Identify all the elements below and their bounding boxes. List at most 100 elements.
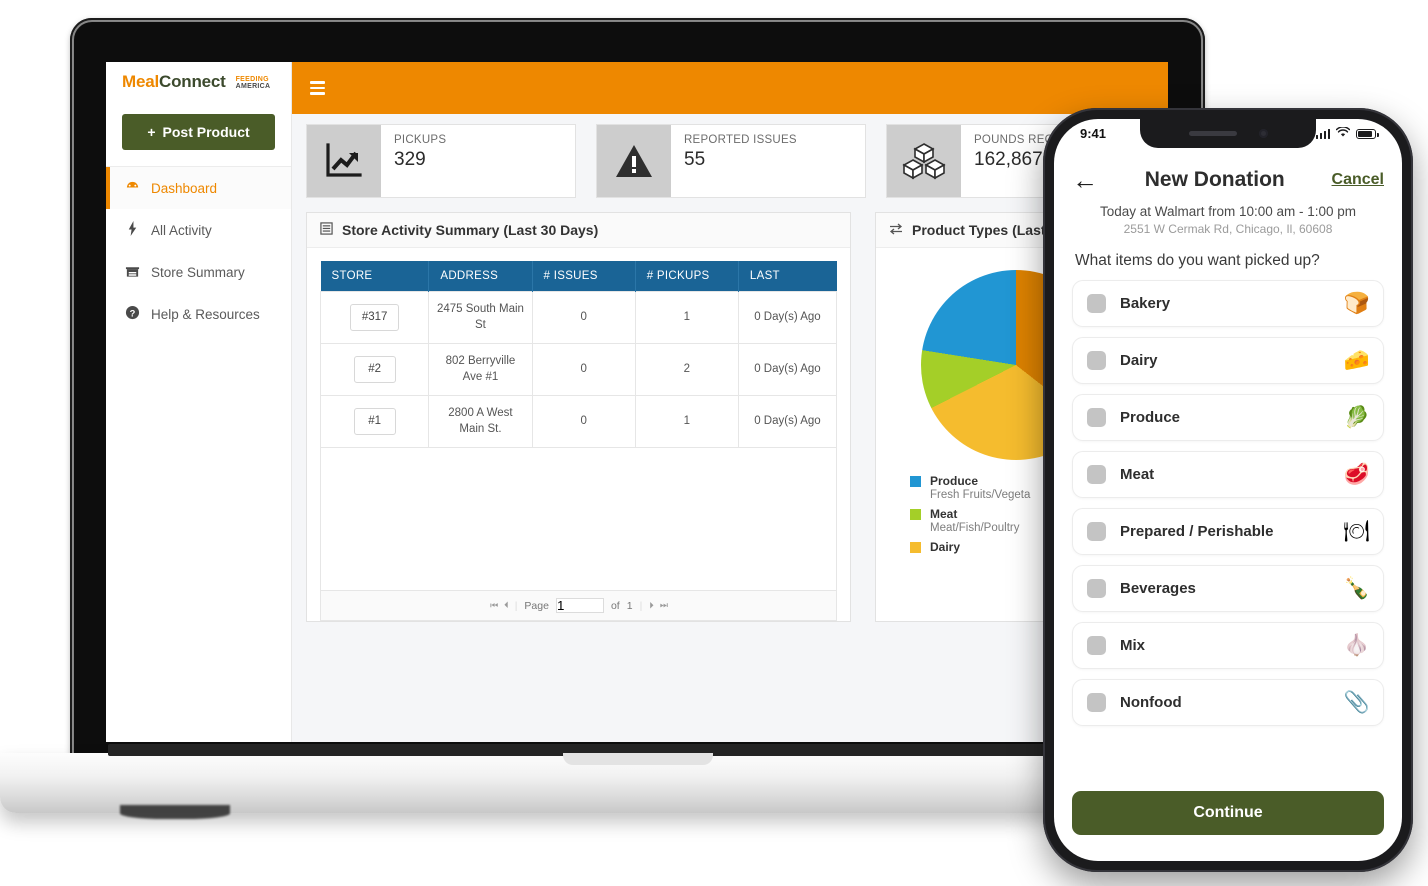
last-page-icon[interactable]: ⏭ bbox=[660, 600, 668, 611]
legend-label-produce: Produce bbox=[930, 474, 979, 488]
hamburger-line bbox=[310, 86, 325, 90]
cellular-bars-icon bbox=[1315, 128, 1330, 139]
store-activity-table: STORE ADDRESS # ISSUES # PICKUPS LAST #3… bbox=[319, 261, 838, 449]
post-product-button[interactable]: + Post Product bbox=[122, 114, 275, 150]
prev-page-icon[interactable]: ⏴ bbox=[504, 600, 508, 611]
sidebar-item-all-activity-label: All Activity bbox=[151, 222, 212, 238]
earpiece-speaker bbox=[1188, 131, 1237, 136]
covered-dish-icon: 🍽 bbox=[1343, 520, 1370, 543]
meat-icon: 🥩 bbox=[1343, 463, 1370, 486]
laptop-device: MealConnect FEEDING AMERICA + Post Produ… bbox=[0, 18, 1275, 819]
checkbox-bakery[interactable] bbox=[1087, 294, 1106, 313]
paperclip-icon: 📎 bbox=[1343, 691, 1370, 714]
store-chip[interactable]: #1 bbox=[353, 407, 396, 436]
dashboard-body: PICKUPS 329 REPORTED ISSUES 55 POUNDS RE… bbox=[292, 114, 1168, 742]
column-header-last[interactable]: LAST bbox=[738, 261, 837, 292]
list-item-beverages[interactable]: Beverages 🍾 bbox=[1072, 565, 1384, 612]
cell-pickups: 1 bbox=[634, 395, 739, 449]
checkbox-mix[interactable] bbox=[1087, 636, 1106, 655]
table-list-icon bbox=[320, 222, 333, 238]
top-bar bbox=[292, 62, 1168, 114]
list-item-bakery[interactable]: Bakery 🍞 bbox=[1072, 280, 1384, 327]
sidebar-item-store-summary[interactable]: Store Summary bbox=[106, 251, 291, 293]
status-time: 9:41 bbox=[1080, 126, 1107, 141]
checkbox-meat[interactable] bbox=[1087, 465, 1106, 484]
sidebar-item-all-activity[interactable]: All Activity bbox=[106, 209, 291, 251]
cell-last: 0 Day(s) Ago bbox=[737, 343, 838, 397]
continue-button[interactable]: Continue bbox=[1072, 791, 1384, 835]
pager-divider: | bbox=[514, 599, 518, 612]
list-item-prepared-perishable[interactable]: Prepared / Perishable 🍽 bbox=[1072, 508, 1384, 555]
back-arrow-icon[interactable]: ← bbox=[1072, 167, 1098, 193]
pager-page-label: Page bbox=[524, 599, 549, 612]
brand-wordmark: MealConnect bbox=[122, 72, 226, 92]
cell-address: 2475 South Main St bbox=[428, 290, 533, 345]
item-label-meat: Meat bbox=[1120, 466, 1155, 483]
panels-row: Store Activity Summary (Last 30 Days) ST… bbox=[306, 212, 1156, 622]
sidebar-item-store-summary-label: Store Summary bbox=[151, 264, 245, 280]
stat-value-reported-issues: 55 bbox=[684, 149, 706, 170]
table-row[interactable]: #317 2475 South Main St 0 1 0 Day(s) Ago bbox=[319, 290, 838, 345]
table-row[interactable]: #1 2800 A West Main St. 0 1 0 Day(s) Ago bbox=[319, 395, 838, 449]
legend-swatch-dairy bbox=[910, 541, 921, 553]
checkbox-dairy[interactable] bbox=[1087, 351, 1106, 370]
column-header-store[interactable]: STORE bbox=[320, 261, 430, 292]
hamburger-line bbox=[310, 92, 325, 95]
brand-connect-text: Connect bbox=[159, 72, 226, 91]
item-label-bakery: Bakery bbox=[1120, 295, 1171, 312]
list-item-produce[interactable]: Produce 🥬 bbox=[1072, 394, 1384, 441]
trending-up-chart-icon bbox=[307, 125, 381, 197]
next-page-icon[interactable]: ⏵ bbox=[649, 600, 653, 611]
phone-device: 9:41 ← New Donation Cancel Today at Walm… bbox=[1043, 108, 1413, 872]
list-item-mix[interactable]: Mix 🧄 bbox=[1072, 622, 1384, 669]
store-chip[interactable]: #2 bbox=[353, 355, 396, 384]
stat-value-pickups: 329 bbox=[394, 149, 426, 170]
checkbox-nonfood[interactable] bbox=[1087, 693, 1106, 712]
sidebar-item-help-resources[interactable]: ? Help & Resources bbox=[106, 293, 291, 335]
store-building-icon bbox=[124, 264, 140, 281]
stat-card-pickups-body: PICKUPS 329 bbox=[381, 125, 446, 197]
main-content: PICKUPS 329 REPORTED ISSUES 55 POUNDS RE… bbox=[292, 62, 1168, 742]
list-item-nonfood[interactable]: Nonfood 📎 bbox=[1072, 679, 1384, 726]
cell-address: 2800 A West Main St. bbox=[428, 395, 533, 449]
whisk-icon: 🧄 bbox=[1343, 634, 1370, 657]
transfer-arrows-icon bbox=[889, 223, 903, 238]
list-item-meat[interactable]: Meat 🥩 bbox=[1072, 451, 1384, 498]
cell-issues: 0 bbox=[531, 290, 636, 345]
wifi-icon bbox=[1335, 126, 1351, 141]
hamburger-menu-icon[interactable] bbox=[308, 77, 327, 99]
legend-label-dairy: Dairy bbox=[930, 540, 961, 554]
cancel-button[interactable]: Cancel bbox=[1332, 171, 1384, 189]
phone-header: ← New Donation Cancel bbox=[1072, 160, 1384, 200]
checkbox-prepared-perishable[interactable] bbox=[1087, 522, 1106, 541]
feeding-america-line1: FEEDING bbox=[235, 76, 269, 83]
table-row[interactable]: #2 802 Berryville Ave #1 0 2 0 Day(s) Ag… bbox=[319, 343, 838, 397]
stat-cards-row: PICKUPS 329 REPORTED ISSUES 55 POUNDS RE… bbox=[306, 124, 1156, 198]
column-header-address[interactable]: ADDRESS bbox=[428, 261, 533, 292]
bread-icon: 🍞 bbox=[1343, 292, 1370, 315]
post-product-container: + Post Product bbox=[106, 102, 291, 166]
list-item-dairy[interactable]: Dairy 🧀 bbox=[1072, 337, 1384, 384]
boxes-stack-icon bbox=[887, 125, 961, 197]
plus-icon: + bbox=[147, 124, 156, 140]
column-header-issues[interactable]: # ISSUES bbox=[532, 261, 636, 292]
sidebar-nav: Dashboard All Activity Store Summary ? H… bbox=[106, 166, 291, 335]
laptop-lid: MealConnect FEEDING AMERICA + Post Produ… bbox=[70, 18, 1205, 760]
checkbox-produce[interactable] bbox=[1087, 408, 1106, 427]
column-header-pickups[interactable]: # PICKUPS bbox=[635, 261, 739, 292]
donation-schedule-text: Today at Walmart from 10:00 am - 1:00 pm bbox=[1099, 204, 1357, 219]
sidebar-item-dashboard-label: Dashboard bbox=[151, 180, 218, 196]
pager-page-input[interactable] bbox=[555, 598, 604, 613]
stat-card-reported-issues: REPORTED ISSUES 55 bbox=[596, 124, 866, 198]
sidebar-item-help-resources-label: Help & Resources bbox=[151, 306, 260, 322]
cell-address: 802 Berryville Ave #1 bbox=[428, 343, 533, 397]
checkbox-beverages[interactable] bbox=[1087, 579, 1106, 598]
stat-card-pickups: PICKUPS 329 bbox=[306, 124, 576, 198]
store-chip[interactable]: #317 bbox=[349, 303, 400, 332]
phone-screen: 9:41 ← New Donation Cancel Today at Walm… bbox=[1054, 119, 1402, 861]
sidebar-item-dashboard[interactable]: Dashboard bbox=[106, 167, 291, 209]
cell-last: 0 Day(s) Ago bbox=[737, 395, 838, 449]
first-page-icon[interactable]: ⏮ bbox=[490, 600, 498, 611]
status-indicators bbox=[1315, 126, 1379, 141]
cell-issues: 0 bbox=[531, 343, 636, 397]
